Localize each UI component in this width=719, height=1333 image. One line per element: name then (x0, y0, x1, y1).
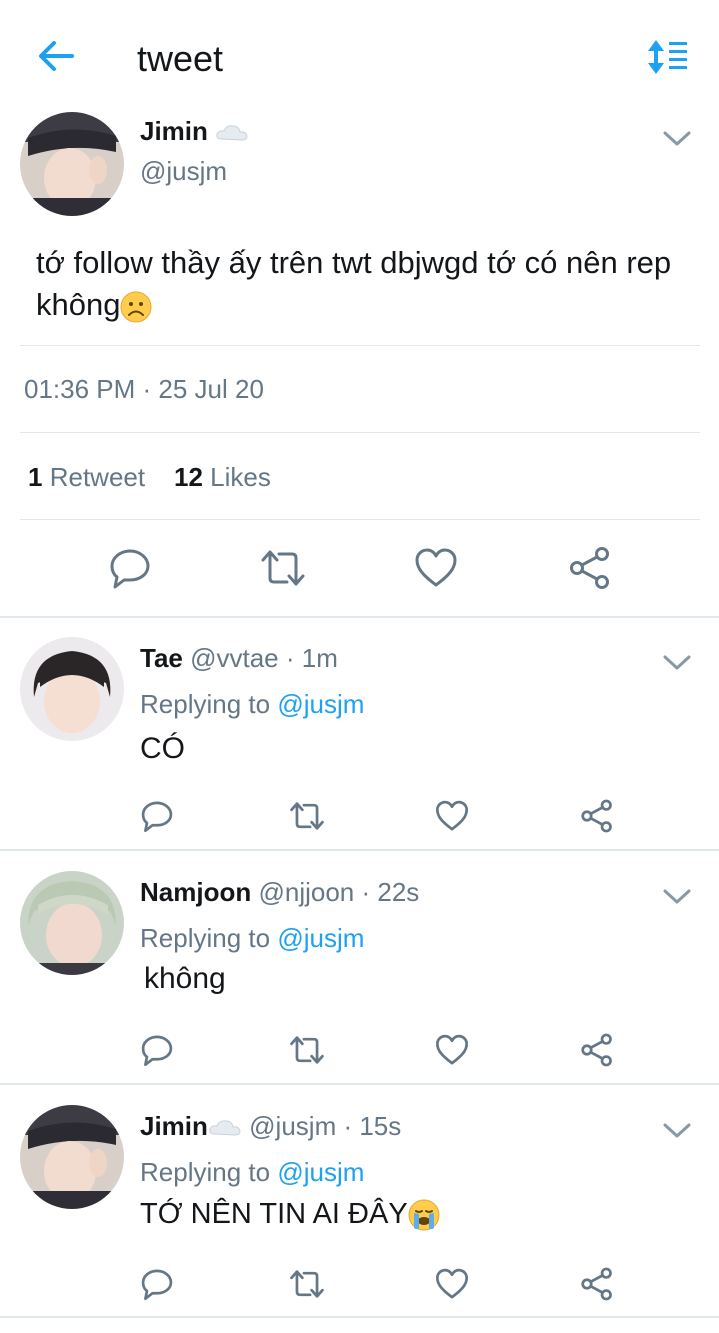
mention-link[interactable]: @jusjm (277, 923, 364, 953)
author-handle[interactable]: @njjoon (258, 877, 354, 907)
avatar[interactable] (20, 112, 124, 216)
reply-time: 15s (359, 1111, 402, 1141)
retweet-icon[interactable] (288, 1267, 326, 1301)
crying-face-emoji (408, 1199, 440, 1231)
author-handle[interactable]: @jusjm (249, 1111, 336, 1141)
reply-icon[interactable] (140, 1033, 174, 1067)
share-icon[interactable] (568, 546, 612, 590)
retweet-stat[interactable]: 1 Retweet (28, 462, 145, 492)
divider (20, 345, 700, 346)
divider (0, 616, 719, 618)
retweet-icon[interactable] (288, 799, 326, 833)
timestamp: 01:36 PM · 25 Jul 20 (24, 374, 264, 404)
like-icon[interactable] (435, 799, 469, 833)
tweet-text: tớ follow thầy ấy trên twt dbjwgd tớ có … (36, 245, 672, 323)
like-icon[interactable] (435, 1267, 469, 1301)
reply-icon[interactable] (140, 799, 174, 833)
chevron-down-icon[interactable] (662, 886, 692, 906)
mention-link[interactable]: @jusjm (277, 689, 364, 719)
chevron-down-icon[interactable] (662, 1120, 692, 1140)
reply-time: 22s (377, 877, 420, 907)
retweet-icon[interactable] (288, 1033, 326, 1067)
frowning-face-emoji (120, 291, 152, 323)
like-icon[interactable] (414, 546, 458, 590)
replying-to: Replying to @jusjm (140, 923, 365, 953)
share-icon[interactable] (580, 799, 614, 833)
divider (0, 849, 719, 851)
likes-stat[interactable]: 12 Likes (174, 462, 271, 492)
back-arrow-icon[interactable] (34, 36, 78, 76)
avatar[interactable] (20, 1105, 124, 1209)
mention-link[interactable]: @jusjm (277, 1157, 364, 1187)
share-icon[interactable] (580, 1267, 614, 1301)
page-title: tweet (137, 38, 224, 79)
reply-header: Namjoon @njjoon · 22s (140, 877, 420, 907)
top-bar: tweet (0, 0, 719, 110)
reply-text: TỚ NÊN TIN AI ĐÂY (140, 1198, 440, 1231)
divider (0, 1316, 719, 1318)
reply-time: 1m (301, 643, 338, 673)
reply-header: Tae @vvtae · 1m (140, 643, 338, 673)
reply-text: CÓ (140, 732, 185, 765)
replying-to: Replying to @jusjm (140, 689, 365, 719)
replying-to: Replying to @jusjm (140, 1157, 365, 1187)
reply-header: Jimin @jusjm · 15s (140, 1111, 402, 1141)
author-name[interactable]: Jimin (140, 116, 249, 147)
reply-text: không (144, 962, 226, 995)
chevron-down-icon[interactable] (662, 128, 692, 148)
like-icon[interactable] (435, 1033, 469, 1067)
share-icon[interactable] (580, 1033, 614, 1067)
author-handle[interactable]: @vvtae (190, 643, 279, 673)
author-name[interactable]: Jimin (140, 1111, 242, 1141)
cloud-icon (209, 1120, 241, 1136)
chevron-down-icon[interactable] (662, 652, 692, 672)
retweet-icon[interactable] (259, 546, 307, 590)
sort-icon[interactable] (646, 38, 690, 76)
author-handle[interactable]: @jusjm (140, 156, 227, 187)
divider (20, 432, 700, 433)
divider (0, 1083, 719, 1085)
author-name[interactable]: Tae (140, 643, 183, 673)
author-name[interactable]: Namjoon (140, 877, 251, 907)
reply-icon[interactable] (140, 1267, 174, 1301)
cloud-icon (216, 125, 248, 141)
divider (20, 519, 700, 520)
engagement-stats: 1 Retweet 12 Likes (28, 462, 271, 493)
avatar[interactable] (20, 871, 124, 975)
avatar[interactable] (20, 637, 124, 741)
reply-icon[interactable] (108, 546, 152, 590)
